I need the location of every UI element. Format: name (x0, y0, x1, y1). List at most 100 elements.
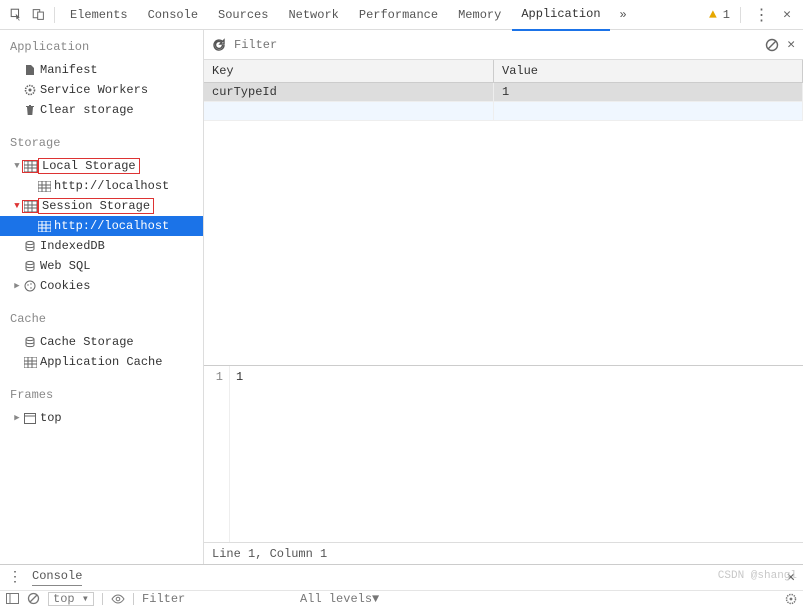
separator (740, 7, 741, 23)
cookie-icon (22, 280, 38, 292)
sidebar-indexeddb[interactable]: IndexedDB (0, 236, 203, 256)
log-levels-selector[interactable]: All levels▼ (300, 592, 379, 606)
chevron-right-icon: ▶ (12, 281, 22, 291)
tab-application[interactable]: Application (512, 0, 609, 31)
console-tab[interactable]: Console (32, 569, 82, 586)
separator (54, 7, 55, 23)
cell-value[interactable]: 1 (494, 83, 803, 101)
refresh-icon[interactable] (212, 38, 226, 52)
file-icon (22, 64, 38, 76)
eye-icon[interactable] (111, 594, 125, 604)
grid-icon (36, 181, 52, 192)
cell-value[interactable] (494, 102, 803, 120)
sidebar-item-label: http://localhost (52, 179, 169, 193)
chevron-right-icon: ▶ (12, 413, 22, 423)
kebab-menu-icon[interactable]: ⋮ (8, 569, 22, 586)
sidebar-service-workers[interactable]: Service Workers (0, 80, 203, 100)
preview-content[interactable]: 1 (230, 366, 803, 542)
context-label: top (53, 592, 75, 606)
chevron-down-icon: ▼ (12, 201, 22, 211)
devtools-top-toolbar: Elements Console Sources Network Perform… (0, 0, 803, 30)
close-devtools-icon[interactable]: ✕ (777, 5, 797, 25)
show-sidebar-icon[interactable] (6, 593, 19, 604)
separator (102, 593, 103, 605)
section-cache-title: Cache (0, 302, 203, 332)
section-storage-title: Storage (0, 126, 203, 156)
cell-key[interactable]: curTypeId (204, 83, 494, 101)
kebab-menu-icon[interactable]: ⋮ (751, 5, 771, 25)
sidebar-clear-storage[interactable]: Clear storage (0, 100, 203, 120)
frame-icon (22, 413, 38, 424)
sidebar-item-label: Web SQL (38, 259, 90, 273)
console-filter-input[interactable] (142, 592, 292, 606)
sidebar-item-label: Cookies (38, 279, 90, 293)
filter-input[interactable] (234, 38, 492, 52)
data-row[interactable]: curTypeId 1 (204, 83, 803, 102)
tab-performance[interactable]: Performance (350, 0, 447, 30)
device-toggle-icon[interactable] (28, 5, 48, 25)
data-grid-toolbar: ✕ (204, 30, 803, 60)
sidebar-item-label: top (38, 411, 62, 425)
inspect-element-icon[interactable] (6, 5, 26, 25)
sidebar-item-label: Application Cache (38, 355, 162, 369)
sidebar-item-label: Service Workers (38, 83, 148, 97)
sidebar-item-label: Manifest (38, 63, 98, 77)
database-icon (22, 240, 38, 252)
context-selector[interactable]: top ▾ (48, 592, 94, 606)
database-icon (22, 260, 38, 272)
trash-icon (22, 104, 38, 116)
section-application-title: Application (0, 30, 203, 60)
sidebar-cache-storage[interactable]: Cache Storage (0, 332, 203, 352)
close-drawer-icon[interactable]: ✕ (787, 569, 795, 586)
sidebar-application-cache[interactable]: Application Cache (0, 352, 203, 372)
section-frames-title: Frames (0, 378, 203, 408)
gear-icon (22, 84, 38, 96)
clear-all-icon[interactable] (765, 38, 779, 52)
database-icon (22, 336, 38, 348)
separator (133, 593, 134, 605)
sidebar-item-label: Local Storage (38, 158, 140, 174)
chevron-down-icon: ▼ (12, 161, 22, 171)
console-drawer-tabbar: ⋮ Console ✕ (0, 564, 803, 590)
warning-count[interactable]: 1 (723, 8, 730, 22)
cell-key[interactable] (204, 102, 494, 120)
sidebar-websql[interactable]: Web SQL (0, 256, 203, 276)
grid-icon (22, 160, 38, 173)
sidebar-local-storage-origin[interactable]: http://localhost (0, 176, 203, 196)
sidebar-local-storage[interactable]: ▼ Local Storage (0, 156, 203, 176)
sidebar-item-label: Session Storage (38, 198, 154, 214)
sidebar-cookies[interactable]: ▶ Cookies (0, 276, 203, 296)
grid-icon (22, 357, 38, 368)
data-grid-body[interactable]: curTypeId 1 (204, 83, 803, 365)
editor-status: Line 1, Column 1 (204, 542, 803, 564)
sidebar-item-label: Clear storage (38, 103, 134, 117)
preview-editor: 1 1 Line 1, Column 1 (204, 365, 803, 564)
delete-selected-icon[interactable]: ✕ (787, 37, 795, 52)
sidebar-frame-top[interactable]: ▶ top (0, 408, 203, 428)
sidebar-session-storage-origin[interactable]: http://localhost (0, 216, 203, 236)
settings-gear-icon[interactable] (785, 593, 797, 605)
column-key[interactable]: Key (204, 60, 494, 82)
sidebar-item-label: http://localhost (52, 219, 169, 233)
sidebar-item-label: Cache Storage (38, 335, 134, 349)
more-tabs[interactable]: » (612, 8, 635, 22)
grid-icon (36, 221, 52, 232)
data-grid-header: Key Value (204, 60, 803, 83)
tab-elements[interactable]: Elements (61, 0, 137, 30)
console-toolbar: top ▾ All levels▼ (0, 590, 803, 606)
sidebar-manifest[interactable]: Manifest (0, 60, 203, 80)
tab-memory[interactable]: Memory (449, 0, 510, 30)
grid-icon (22, 200, 38, 213)
application-sidebar: Application Manifest Service Workers Cle… (0, 30, 204, 564)
main-panel: ✕ Key Value curTypeId 1 1 1 Line 1, Colu… (204, 30, 803, 564)
tab-sources[interactable]: Sources (209, 0, 277, 30)
column-value[interactable]: Value (494, 60, 803, 82)
tab-console[interactable]: Console (139, 0, 207, 30)
clear-console-icon[interactable] (27, 592, 40, 605)
data-row-empty[interactable] (204, 102, 803, 121)
line-number: 1 (204, 366, 230, 542)
tab-network[interactable]: Network (279, 0, 347, 30)
sidebar-session-storage[interactable]: ▼ Session Storage (0, 196, 203, 216)
sidebar-item-label: IndexedDB (38, 239, 105, 253)
warning-triangle-icon[interactable]: ▲ (709, 7, 717, 22)
